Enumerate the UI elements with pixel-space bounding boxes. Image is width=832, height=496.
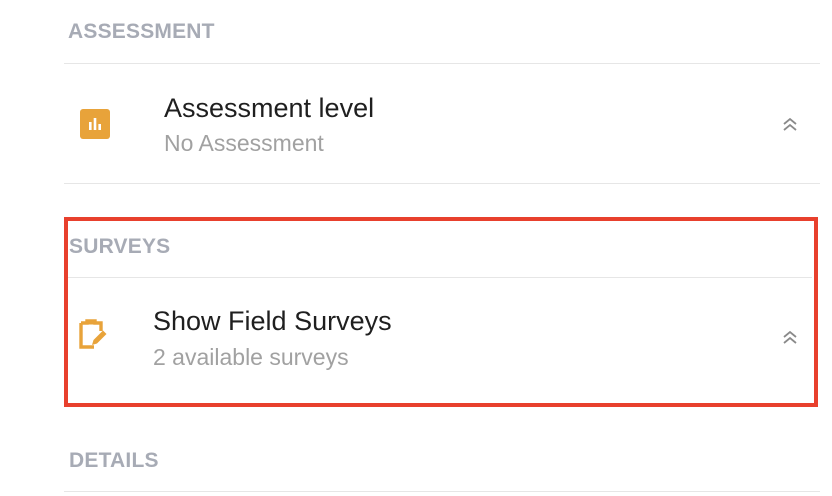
panel: ASSESSMENT Assessment level No Assessmen… — [0, 0, 832, 496]
divider — [64, 491, 820, 492]
divider — [64, 63, 820, 64]
highlight-box — [64, 217, 818, 407]
assessment-level-subtitle: No Assessment — [164, 130, 324, 156]
assessment-level-title: Assessment level — [164, 93, 375, 123]
section-header-details: DETAILS — [69, 449, 159, 472]
section-header-assessment: ASSESSMENT — [68, 20, 215, 43]
chevron-double-up-icon[interactable] — [780, 115, 800, 135]
divider — [64, 183, 820, 184]
bar-chart-icon — [80, 109, 110, 139]
